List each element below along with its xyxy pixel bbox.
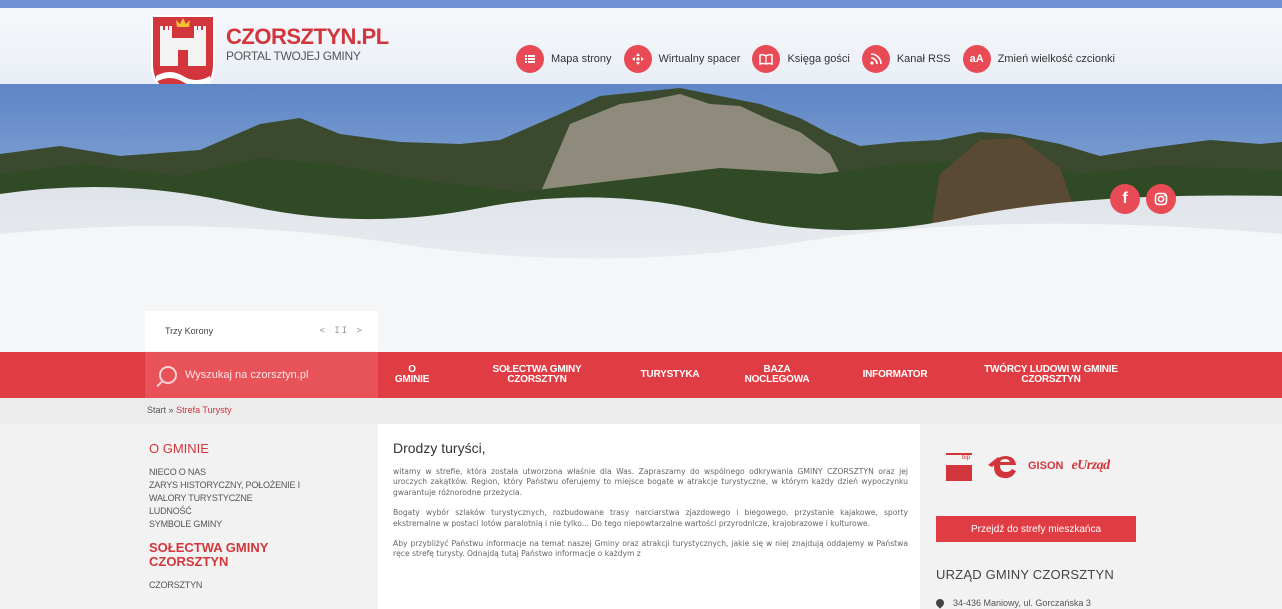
font-size-label: Zmień wielkość czcionki [997,53,1116,65]
guestbook-label: Księga gości [787,53,850,65]
breadcrumb-inner: Start » Strefa Turysty [147,405,232,415]
sidebar-heading-solectwa[interactable]: SOŁECTWA GMINY CZORSZTYN [149,541,378,569]
search-icon [159,366,177,384]
sidebar-item[interactable]: SYMBOLE GMINY [149,518,378,531]
nav-informator[interactable]: INFORMATOR [848,352,942,398]
sidebar-heading-o-gminie[interactable]: O GMINIE [149,442,378,456]
slide-title: Trzy Korony [165,326,214,336]
attractions-paragraph: Bogaty wybór szlaków turystycznych, rozb… [393,508,908,528]
sitemap-label: Mapa strony [551,53,612,65]
gison-logo[interactable]: GISON [1028,460,1063,472]
sidebar-item[interactable]: LUDNOŚĆ [149,505,378,518]
main-nav: Wyszukaj na czorsztyn.pl O GMINIE SOŁECTW… [0,352,1282,398]
facebook-icon[interactable]: f [1110,184,1140,214]
slider-caption: Trzy Korony < II > [145,311,378,351]
nav-label-line2: CZORSZTYN [1021,374,1081,385]
font-size-icon: aA [962,45,991,73]
nav-label-line2: CZORSZTYN [507,374,567,385]
breadcrumb-separator: » [168,405,174,415]
address-text: 34-436 Maniowy, ul. Gorczańska 3 [953,598,1091,608]
header: CZORSZTYN.PL PORTAL TWOJEJ GMINY Mapa st… [0,8,1282,98]
rss-icon [861,45,890,73]
breadcrumb: Start » Strefa Turysty [0,398,1282,424]
nav-label-line1: TURYSTYKA [640,369,700,380]
location-pin-icon [934,597,946,609]
info-paragraph: Aby przybliżyć Państwu informacje na tem… [393,539,908,559]
site-name: CZORSZTYN.PL [226,24,389,49]
slider-controls[interactable]: < II > [319,326,364,336]
sidebar-item[interactable]: NIECO O NAS [149,466,378,479]
social-links: f [1104,184,1176,214]
breadcrumb-start[interactable]: Start [147,405,166,415]
sidebar-heading-line1: SOŁECTWA GMINY [149,540,269,555]
nav-label-line1: INFORMATOR [862,369,928,380]
right-sidebar: bip GISON eUrząd Przejdź do strefy miesz… [920,424,1153,609]
virtual-tour-icon [623,45,652,73]
main-content: Drodzy turyści, witamy w strefie, która … [378,424,920,609]
guestbook-link[interactable]: Księga gości [752,45,850,73]
search-input[interactable]: Wyszukaj na czorsztyn.pl [185,369,308,381]
font-size-link[interactable]: aA Zmień wielkość czcionki [962,45,1116,73]
sidebar-item[interactable]: CZORSZTYN [149,579,378,592]
search-box[interactable]: Wyszukaj na czorsztyn.pl [145,352,378,398]
office-title: URZĄD GMINY CZORSZTYN [936,567,1115,582]
breadcrumb-current[interactable]: Strefa Turysty [176,405,232,415]
sidebar-heading-line2: CZORSZTYN [149,554,229,569]
partner-logos: bip GISON eUrząd [946,446,1136,486]
bip-logo-block [946,465,972,481]
top-bar [0,0,1282,8]
sidebar-item[interactable]: WALORY TURYSTYCZNE [149,492,378,505]
resident-zone-button[interactable]: Przejdź do strefy mieszkańca [936,516,1136,542]
nav-label-line2: NOCLEGOWA [744,374,810,385]
bip-label: bip [946,453,972,463]
header-tools: Mapa strony Wirtualny spacer Księga gośc… [516,44,1127,74]
guestbook-icon [752,45,781,73]
sidebar-item[interactable]: ZARYS HISTORYCZNY, POŁOŻENIE I [149,479,378,492]
nav-solectwa[interactable]: SOŁECTWA GMINY CZORSZTYN [478,352,596,398]
sidebar: O GMINIE NIECO O NAS ZARYS HISTORYCZNY, … [145,424,378,609]
virtual-tour-link[interactable]: Wirtualny spacer [623,45,741,73]
nav-turystyka[interactable]: TURYSTYKA [628,352,712,398]
epuap-logo[interactable] [986,451,1022,481]
site-tagline: PORTAL TWOJEJ GMINY [226,49,361,63]
sitemap-icon [516,45,544,73]
office-address: 34-436 Maniowy, ul. Gorczańska 3 [934,597,1091,609]
brand[interactable]: CZORSZTYN.PL PORTAL TWOJEJ GMINY [226,26,389,64]
virtual-tour-label: Wirtualny spacer [658,53,741,65]
page: CZORSZTYN.PL PORTAL TWOJEJ GMINY Mapa st… [0,0,1282,609]
page-heading: Drodzy turyści, [393,440,486,456]
nav-label-line2: GMINIE [394,374,430,385]
sitemap-link[interactable]: Mapa strony [516,45,612,73]
intro-paragraph: witamy w strefie, która została utworzon… [393,467,908,497]
bip-logo[interactable]: bip [946,449,972,483]
rss-label: Kanał RSS [896,53,951,65]
nav-o-gminie[interactable]: O GMINIE [390,352,434,398]
nav-baza-noclegowa[interactable]: BAZA NOCLEGOWA [736,352,818,398]
instagram-icon[interactable] [1146,184,1176,214]
nav-tworcy-ludowi[interactable]: TWÓRCY LUDOWI W GMINIE CZORSZTYN [966,352,1136,398]
rss-link[interactable]: Kanał RSS [861,45,951,73]
eurzad-logo[interactable]: eUrząd [1071,458,1110,474]
